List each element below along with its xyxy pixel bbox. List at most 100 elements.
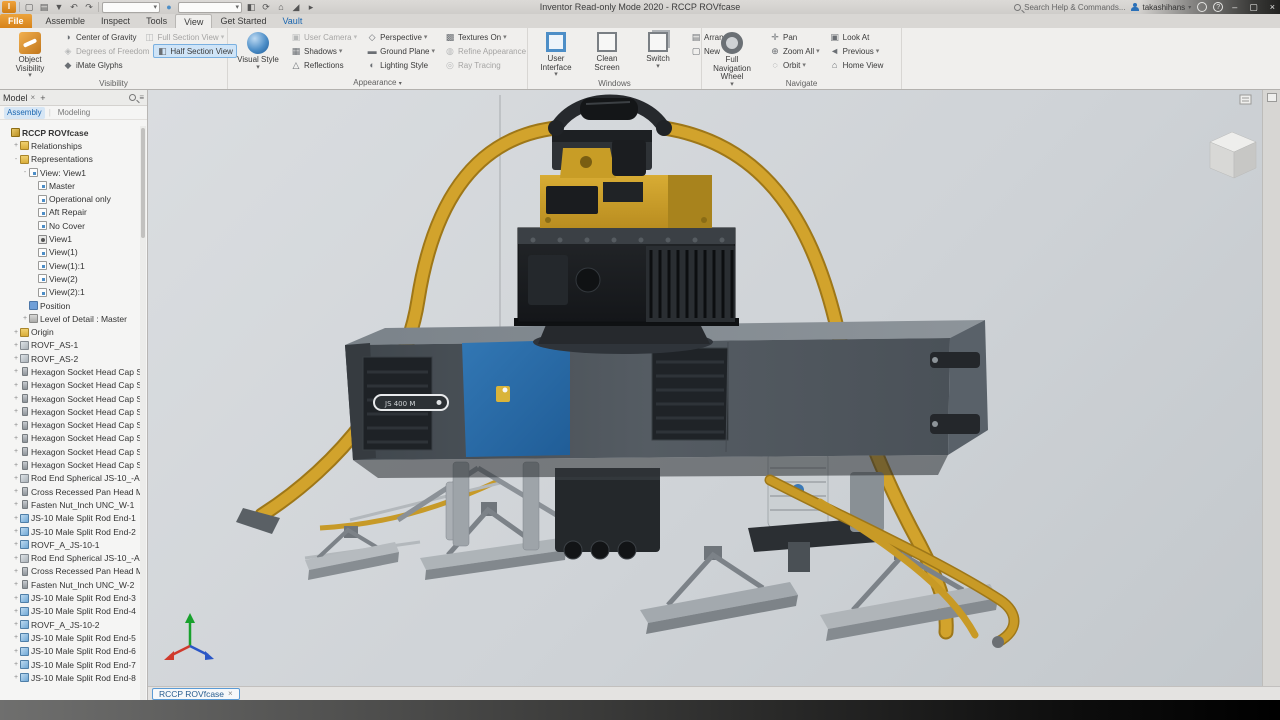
redo-icon[interactable]: ↷ <box>83 1 95 13</box>
ribbon-item-previous[interactable]: ◄Previous▾ <box>826 44 888 58</box>
tree-item-js-10-male-split-rod-end-8[interactable]: +JS-10 Male Split Rod End-8 <box>0 671 140 684</box>
tree-expander[interactable]: + <box>12 462 20 469</box>
tree-expander[interactable]: + <box>12 648 20 655</box>
ribbon-item-full-section-view[interactable]: ◫Full Section View▾ <box>140 30 228 44</box>
browser-collapse-icon[interactable] <box>1240 95 1251 104</box>
tree-item-hexagon-socket-head-cap-screw-inch[interactable]: +Hexagon Socket Head Cap Screw - Inch <box>0 432 140 445</box>
tree-expander[interactable]: + <box>12 488 20 495</box>
tree-expander[interactable]: + <box>12 581 20 588</box>
skid-foot-right[interactable] <box>640 546 798 634</box>
ribbon-item-look-at[interactable]: ▣Look At <box>826 30 888 44</box>
ribbon-item-user-camera[interactable]: ▣User Camera▾ <box>287 30 361 44</box>
undo-icon[interactable]: ↶ <box>68 1 80 13</box>
tree-expander[interactable]: + <box>12 448 20 455</box>
save-icon[interactable]: ▼ <box>53 1 65 13</box>
tree-item-level-of-detail-master[interactable]: +Level of Detail : Master <box>0 312 140 325</box>
tree-item-rovf-a-js-10-1[interactable]: +ROVF_A_JS-10-1 <box>0 538 140 551</box>
top-mount-assembly[interactable] <box>552 130 652 178</box>
tree-expander[interactable]: + <box>12 142 20 149</box>
tree-item-position[interactable]: Position <box>0 299 140 312</box>
notification-icon[interactable] <box>1197 2 1207 12</box>
skid-foot-far-left[interactable] <box>305 526 399 580</box>
tree-item-origin[interactable]: +Origin <box>0 325 140 338</box>
browser-tab-assembly[interactable]: Assembly <box>4 107 45 119</box>
tab-get-started[interactable]: Get Started <box>212 14 274 28</box>
track-unit-center[interactable] <box>555 468 660 559</box>
tab-assemble[interactable]: Assemble <box>38 14 94 28</box>
tree-item-rovf-as-1[interactable]: +ROVF_AS-1 <box>0 339 140 352</box>
tree-expander[interactable]: + <box>12 422 20 429</box>
tree-item-hexagon-socket-head-cap-screw-inch[interactable]: +Hexagon Socket Head Cap Screw - Inch <box>0 365 140 378</box>
tree-expander[interactable]: + <box>12 342 20 349</box>
ribbon-item-ray-tracing[interactable]: ◎Ray Tracing <box>441 58 530 72</box>
tree-item-aft-repair[interactable]: Aft Repair <box>0 206 140 219</box>
yellow-generator-box[interactable] <box>540 175 712 228</box>
ribbon-item-lighting-style[interactable]: ◐Lighting Style <box>363 58 439 72</box>
panel-label-visibility[interactable]: Visibility <box>0 79 227 89</box>
tree-expander[interactable]: + <box>12 595 20 602</box>
tree-expander[interactable]: + <box>21 315 29 322</box>
tab-file[interactable]: File <box>0 14 32 28</box>
color-sphere-icon[interactable]: ● <box>163 1 175 13</box>
tree-item-hexagon-socket-head-cap-screw-inch[interactable]: +Hexagon Socket Head Cap Screw - Inch <box>0 458 140 471</box>
tree-item-js-10-male-split-rod-end-3[interactable]: +JS-10 Male Split Rod End-3 <box>0 591 140 604</box>
browser-tab-modeling[interactable]: Modeling <box>55 107 93 119</box>
tree-item-rod-end-spherical-js-10-a-2[interactable]: +Rod End Spherical JS-10_-A-2 <box>0 552 140 565</box>
ribbon-item-orbit[interactable]: ◌Orbit▾ <box>766 58 824 72</box>
ribbon-item-refine-appearance[interactable]: ◍Refine Appearance <box>441 44 530 58</box>
tree-expander[interactable]: + <box>12 435 20 442</box>
tree-item-hexagon-socket-head-cap-screw-inch[interactable]: +Hexagon Socket Head Cap Screw - Inch <box>0 445 140 458</box>
tree-item-view-1[interactable]: View(1) <box>0 246 140 259</box>
tree-expander[interactable]: + <box>12 634 20 641</box>
tree-expander[interactable]: + <box>12 621 20 628</box>
tree-item-relationships[interactable]: +Relationships <box>0 139 140 152</box>
minimize-button[interactable]: – <box>1229 0 1240 14</box>
tab-tools[interactable]: Tools <box>138 14 175 28</box>
tree-item-js-10-male-split-rod-end-6[interactable]: +JS-10 Male Split Rod End-6 <box>0 645 140 658</box>
ribbon-item-home-view[interactable]: ⌂Home View <box>826 58 888 72</box>
browser-scrollbar[interactable] <box>140 126 146 700</box>
tree-expander[interactable]: + <box>12 329 20 336</box>
3d-model[interactable]: JS 400 M <box>148 90 1262 686</box>
tree-expander[interactable]: + <box>12 368 20 375</box>
ribbon-item-imate-glyphs[interactable]: ◆iMate Glyphs <box>59 58 127 72</box>
tree-item-js-10-male-split-rod-end-1[interactable]: +JS-10 Male Split Rod End-1 <box>0 512 140 525</box>
panel-label-windows[interactable]: Windows <box>528 79 701 89</box>
tree-expander[interactable]: + <box>12 515 20 522</box>
tree-item-hexagon-socket-head-cap-screw-inch[interactable]: +Hexagon Socket Head Cap Screw - Inch <box>0 392 140 405</box>
browser-close-icon[interactable]: × <box>31 93 36 102</box>
tab-inspect[interactable]: Inspect <box>93 14 138 28</box>
tree-expander[interactable]: + <box>12 395 20 402</box>
tree-expander[interactable]: + <box>12 568 20 575</box>
tree-expander[interactable]: + <box>12 501 20 508</box>
tree-expander[interactable]: + <box>12 661 20 668</box>
panel-label-appearance[interactable]: Appearance ▾ <box>228 78 527 89</box>
tree-item-js-10-male-split-rod-end-2[interactable]: +JS-10 Male Split Rod End-2 <box>0 525 140 538</box>
ribbon-item-half-section-view[interactable]: ◧Half Section View <box>153 44 237 58</box>
ribbon-item-textures-on[interactable]: ▩Textures On▾ <box>441 30 530 44</box>
browser-title[interactable]: Model <box>3 93 28 103</box>
tree-expander[interactable]: + <box>12 608 20 615</box>
close-icon[interactable]: × <box>228 689 233 698</box>
view-cube[interactable] <box>1210 132 1256 178</box>
scrollbar-thumb[interactable] <box>141 128 145 238</box>
open-file-icon[interactable]: ▤ <box>38 1 50 13</box>
tree-item-rovf-as-2[interactable]: +ROVF_AS-2 <box>0 352 140 365</box>
ribbon-item-perspective[interactable]: ◇Perspective▾ <box>363 30 439 44</box>
tree-expander[interactable]: - <box>21 169 29 176</box>
new-file-icon[interactable]: ▢ <box>23 1 35 13</box>
tree-item-fasten-nut-inch-unc-w-1[interactable]: +Fasten Nut_Inch UNC_W-1 <box>0 498 140 511</box>
home-icon[interactable]: ⌂ <box>275 1 287 13</box>
blue-panel[interactable] <box>462 340 570 457</box>
tree-item-no-cover[interactable]: No Cover <box>0 219 140 232</box>
clean-screen-button[interactable]: Clean Screen <box>583 30 631 78</box>
tree-expander[interactable]: + <box>12 528 20 535</box>
select-icon[interactable]: ▸ <box>305 1 317 13</box>
object-visibility-button[interactable]: Object Visibility ▾ <box>4 30 56 79</box>
ribbon-item-pan[interactable]: ✛Pan <box>766 30 824 44</box>
ribbon-item-ground-plane[interactable]: ▬Ground Plane▾ <box>363 44 439 58</box>
tree-item-cross-recessed-pan-head-machine-scr[interactable]: +Cross Recessed Pan Head Machine Scr <box>0 485 140 498</box>
browser-add-icon[interactable]: + <box>40 93 45 103</box>
switch-button[interactable]: Switch▾ <box>634 30 682 78</box>
tree-expander[interactable]: - <box>12 156 20 163</box>
